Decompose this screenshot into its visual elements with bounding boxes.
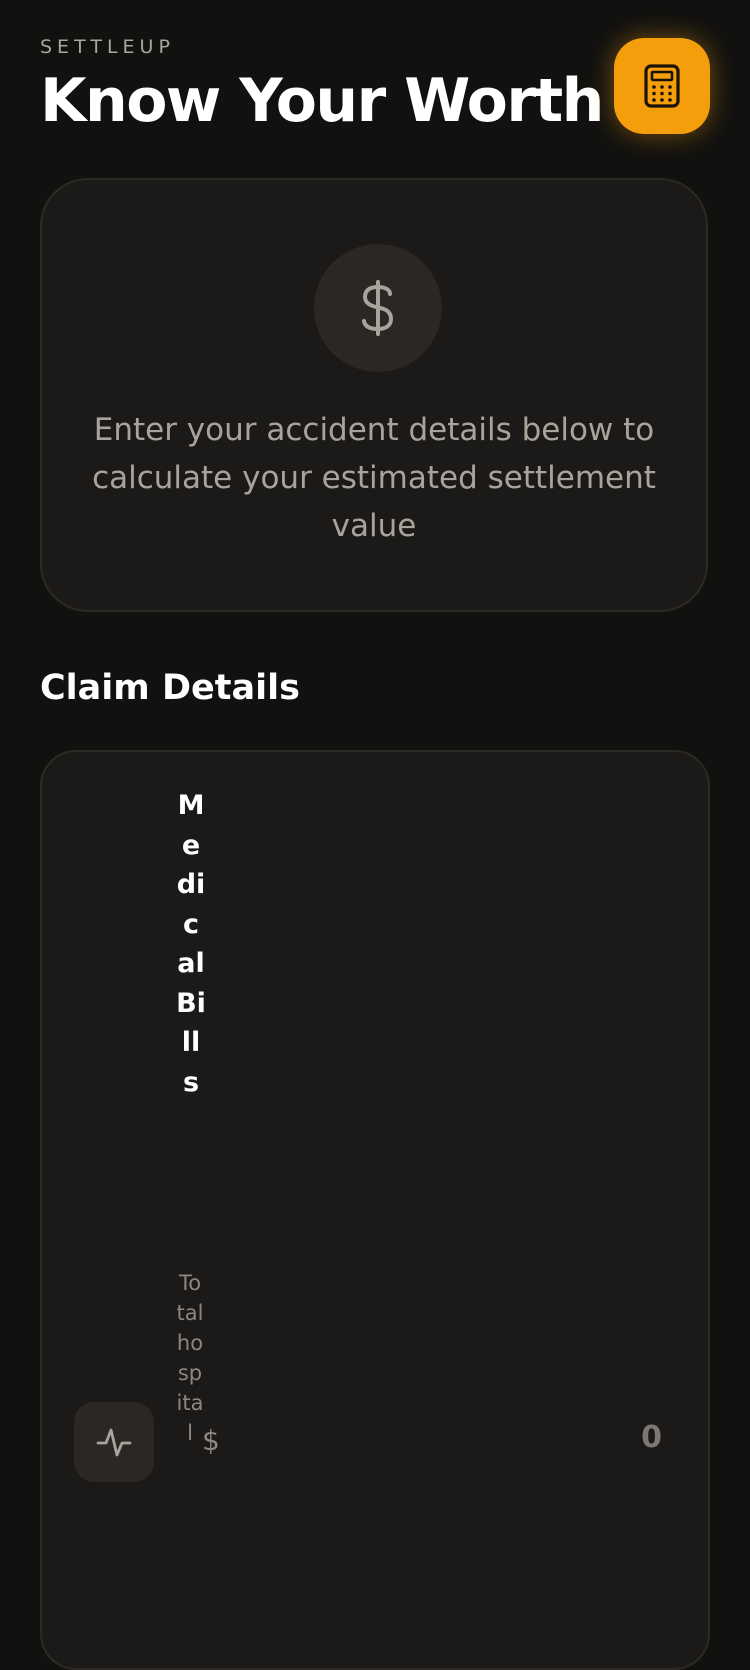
field-icon-badge (74, 1402, 154, 1482)
page-title: Know Your Worth (40, 66, 604, 136)
intro-message: Enter your accident details below to cal… (92, 412, 656, 544)
medical-bills-input[interactable] (242, 1420, 662, 1455)
dollar-badge (314, 244, 442, 372)
calculator-icon (644, 64, 680, 108)
calculator-button[interactable] (614, 38, 710, 134)
section-title: Claim Details (40, 668, 300, 708)
field-label: Medical Bills (176, 790, 206, 1098)
dollar-icon (362, 280, 394, 336)
medical-bills-field: Medical Bills Total hospital $ (40, 750, 710, 1670)
field-sublabel: Total hospital (176, 1271, 204, 1445)
activity-icon (96, 1428, 132, 1457)
brand-name: SETTLEUP (40, 36, 175, 58)
intro-card: Enter your accident details below to cal… (40, 178, 708, 612)
currency-symbol: $ (202, 1424, 220, 1457)
